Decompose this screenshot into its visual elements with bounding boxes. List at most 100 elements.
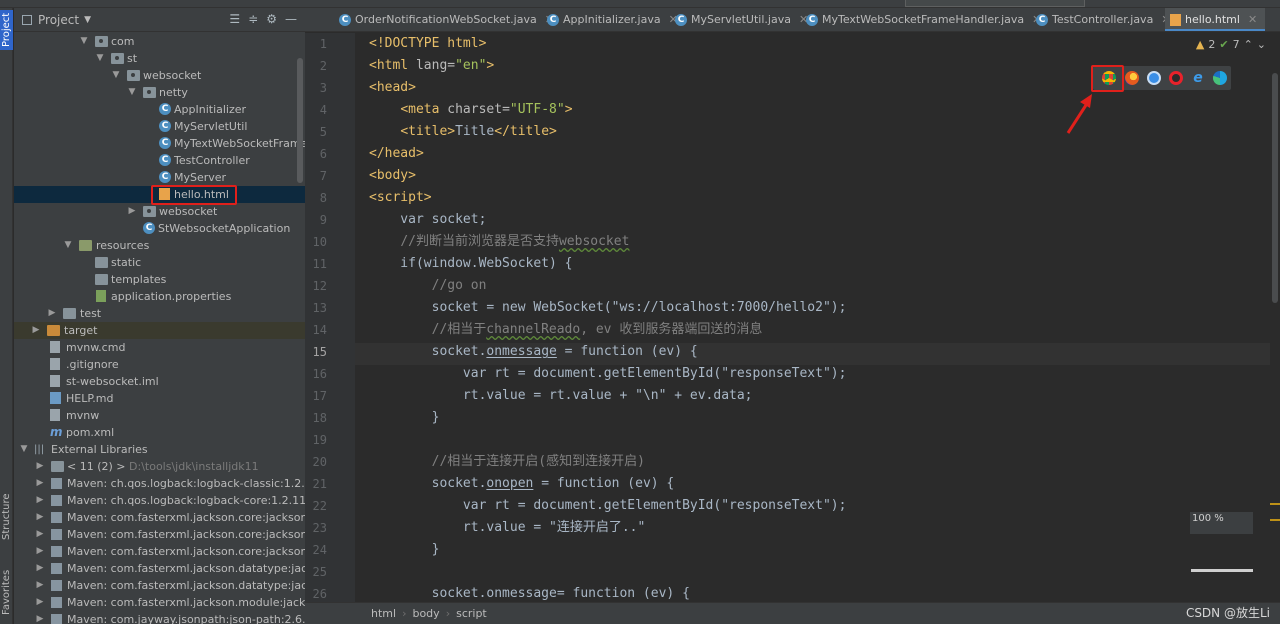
tree-item-library[interactable]: ▶ Maven: com.fasterxml.jackson.core:jack… [14, 543, 305, 560]
warning-count: 2 [1208, 38, 1216, 51]
tree-item-myserver[interactable]: C MyServer [14, 169, 305, 186]
tree-item-library[interactable]: ▶ Maven: com.fasterxml.jackson.datatype:… [14, 577, 305, 594]
chevron-right-icon[interactable]: ▶ [46, 305, 58, 322]
tree-item-st[interactable]: ▼ st [14, 50, 305, 67]
chevron-down-icon[interactable]: ▼ [62, 237, 74, 254]
chevron-right-icon[interactable]: ▶ [34, 458, 46, 475]
collapse-all-icon[interactable]: ≑ [248, 12, 258, 26]
tree-item-mvnw[interactable]: mvnw [14, 407, 305, 424]
structure-tool-tab[interactable]: Structure [0, 488, 13, 546]
code-line: <body> [369, 168, 416, 183]
chevron-right-icon[interactable]: ▶ [34, 560, 46, 577]
tree-item-mvnw-cmd[interactable]: mvnw.cmd [14, 339, 305, 356]
run-configuration-selector[interactable] [905, 0, 1085, 7]
chevron-down-icon[interactable]: ▼ [110, 67, 122, 84]
tree-item-websocket-pkg[interactable]: ▶ websocket [14, 203, 305, 220]
tree-item-label: Maven: com.jayway.jsonpath:json-path:2.6… [67, 613, 305, 624]
tab-test-controller[interactable]: CTestController.java✕ [1032, 8, 1171, 31]
tree-item-iml[interactable]: st-websocket.iml [14, 373, 305, 390]
editor-tab-bar: C OrderNotificationWebSocket.java ✕ C AppIn… [305, 8, 1280, 32]
tree-item-library[interactable]: ▶ Maven: com.jayway.jsonpath:json-path:2… [14, 611, 305, 624]
hide-panel-icon[interactable]: — [285, 12, 297, 26]
chevron-right-icon[interactable]: ▶ [34, 594, 46, 611]
tree-item-label: websocket [159, 205, 218, 218]
chevron-right-icon[interactable]: ▶ [34, 611, 46, 624]
breadcrumb-item[interactable]: script [456, 607, 487, 620]
edge-icon[interactable] [1213, 71, 1227, 85]
tab-my-servlet-util[interactable]: C MyServletUtil.java ✕ [671, 8, 808, 31]
project-view-icon [22, 14, 32, 25]
tree-item-jdk[interactable]: ▶ < 11 (2) > D:\tools\jdk\installjdk11 [14, 458, 305, 475]
tab-order-notification[interactable]: COrderNotificationWebSocket.java✕ [335, 8, 554, 31]
chevron-down-icon[interactable]: ⌄ [1257, 38, 1266, 51]
breadcrumb-item[interactable]: body [412, 607, 439, 620]
project-scrollbar[interactable] [297, 58, 303, 183]
chevron-right-icon[interactable]: ▶ [34, 492, 46, 509]
tree-item-library[interactable]: ▶ Maven: com.fasterxml.jackson.datatype:… [14, 560, 305, 577]
package-icon [95, 36, 108, 47]
tree-item-external-libraries[interactable]: ▼ ||| External Libraries [14, 441, 305, 458]
tree-item-websocket[interactable]: ▼ websocket [14, 67, 305, 84]
tree-item-appinitializer[interactable]: C AppInitializer [14, 101, 305, 118]
tree-item-pom-xml[interactable]: m pom.xml [14, 424, 305, 441]
chevron-down-icon[interactable]: ▼ [18, 441, 30, 458]
chevron-right-icon[interactable]: ▶ [34, 509, 46, 526]
tree-item-application-properties[interactable]: application.properties [14, 288, 305, 305]
code-editor[interactable]: <!DOCTYPE html> <html lang="en"> <head> … [355, 33, 1270, 602]
firefox-icon[interactable] [1125, 71, 1139, 85]
favorites-tool-tab[interactable]: Favorites [0, 564, 13, 620]
chevron-down-icon[interactable]: ▼ [94, 50, 106, 67]
scrollbar-thumb[interactable] [1272, 73, 1278, 303]
chevron-down-icon[interactable]: ▼ [126, 84, 138, 101]
tree-item-testcontroller[interactable]: C TestController [14, 152, 305, 169]
tree-item-test[interactable]: ▶ test [14, 305, 305, 322]
tree-item-gitignore[interactable]: .gitignore [14, 356, 305, 373]
chevron-right-icon[interactable]: ▶ [34, 526, 46, 543]
tree-item-myservletutil[interactable]: C MyServletUtil [14, 118, 305, 135]
inspection-widget[interactable]: ▲ 2 ✔ 7 ⌃ ⌄ [1196, 38, 1266, 51]
expand-all-icon[interactable]: ☰ [229, 12, 240, 26]
tree-item-netty[interactable]: ▼ netty [14, 84, 305, 101]
tree-item-library[interactable]: ▶ Maven: com.fasterxml.jackson.core:jack… [14, 526, 305, 543]
editor-scrollbar[interactable] [1270, 33, 1280, 602]
breadcrumb-item[interactable]: html [371, 607, 396, 620]
safari-icon[interactable] [1147, 71, 1161, 85]
tree-item-library[interactable]: ▶ Maven: com.fasterxml.jackson.core:jack… [14, 509, 305, 526]
tree-item-static[interactable]: static [14, 254, 305, 271]
code-line: <!DOCTYPE html> [369, 36, 487, 51]
tree-item-help-md[interactable]: HELP.md [14, 390, 305, 407]
chevron-right-icon[interactable]: ▶ [34, 577, 46, 594]
tree-item-templates[interactable]: templates [14, 271, 305, 288]
tree-item-library[interactable]: ▶ Maven: com.fasterxml.jackson.module:ja… [14, 594, 305, 611]
library-icon [51, 546, 62, 557]
tree-item-label: templates [111, 273, 167, 286]
project-tool-tab[interactable]: Project [0, 10, 13, 50]
chevron-up-icon[interactable]: ⌃ [1244, 38, 1253, 51]
tree-item-stwebsocketapplication[interactable]: C StWebsocketApplication [14, 220, 305, 237]
warning-marker[interactable] [1270, 519, 1280, 521]
tree-item-label: AppInitializer [174, 103, 247, 116]
project-panel-title[interactable]: Project [38, 13, 79, 27]
settings-gear-icon[interactable]: ⚙ [266, 12, 277, 26]
tree-item-target[interactable]: ▶ target [14, 322, 305, 339]
opera-icon[interactable] [1169, 71, 1183, 85]
java-class-icon: C [1036, 14, 1048, 26]
tab-my-text-websocket-frame-handler[interactable]: CMyTextWebSocketFrameHandler.java✕ [802, 8, 1041, 31]
close-icon[interactable]: ✕ [1248, 13, 1257, 26]
chevron-right-icon[interactable]: ▶ [126, 203, 138, 220]
tab-hello-html[interactable]: hello.html ✕ [1165, 8, 1265, 31]
tree-item-mytextwebsocketframehandler[interactable]: C MyTextWebSocketFrameH [14, 135, 305, 152]
chevron-down-icon[interactable]: ▼ [84, 15, 91, 25]
chevron-right-icon[interactable]: ▶ [30, 322, 42, 339]
tree-item-resources[interactable]: ▼ resources [14, 237, 305, 254]
tree-item-library[interactable]: ▶ Maven: ch.qos.logback:logback-core:1.2… [14, 492, 305, 509]
code-line: var socket; [369, 212, 487, 227]
chevron-down-icon[interactable]: ▼ [78, 33, 90, 50]
warning-marker[interactable] [1270, 503, 1280, 505]
chevron-right-icon[interactable]: ▶ [34, 475, 46, 492]
tree-item-library[interactable]: ▶ Maven: ch.qos.logback:logback-classic:… [14, 475, 305, 492]
chevron-right-icon[interactable]: ▶ [34, 543, 46, 560]
ie-icon[interactable]: e [1191, 71, 1205, 85]
tab-app-initializer[interactable]: C AppInitializer.java ✕ [543, 8, 678, 31]
tree-item-com[interactable]: ▼ com [14, 33, 305, 50]
